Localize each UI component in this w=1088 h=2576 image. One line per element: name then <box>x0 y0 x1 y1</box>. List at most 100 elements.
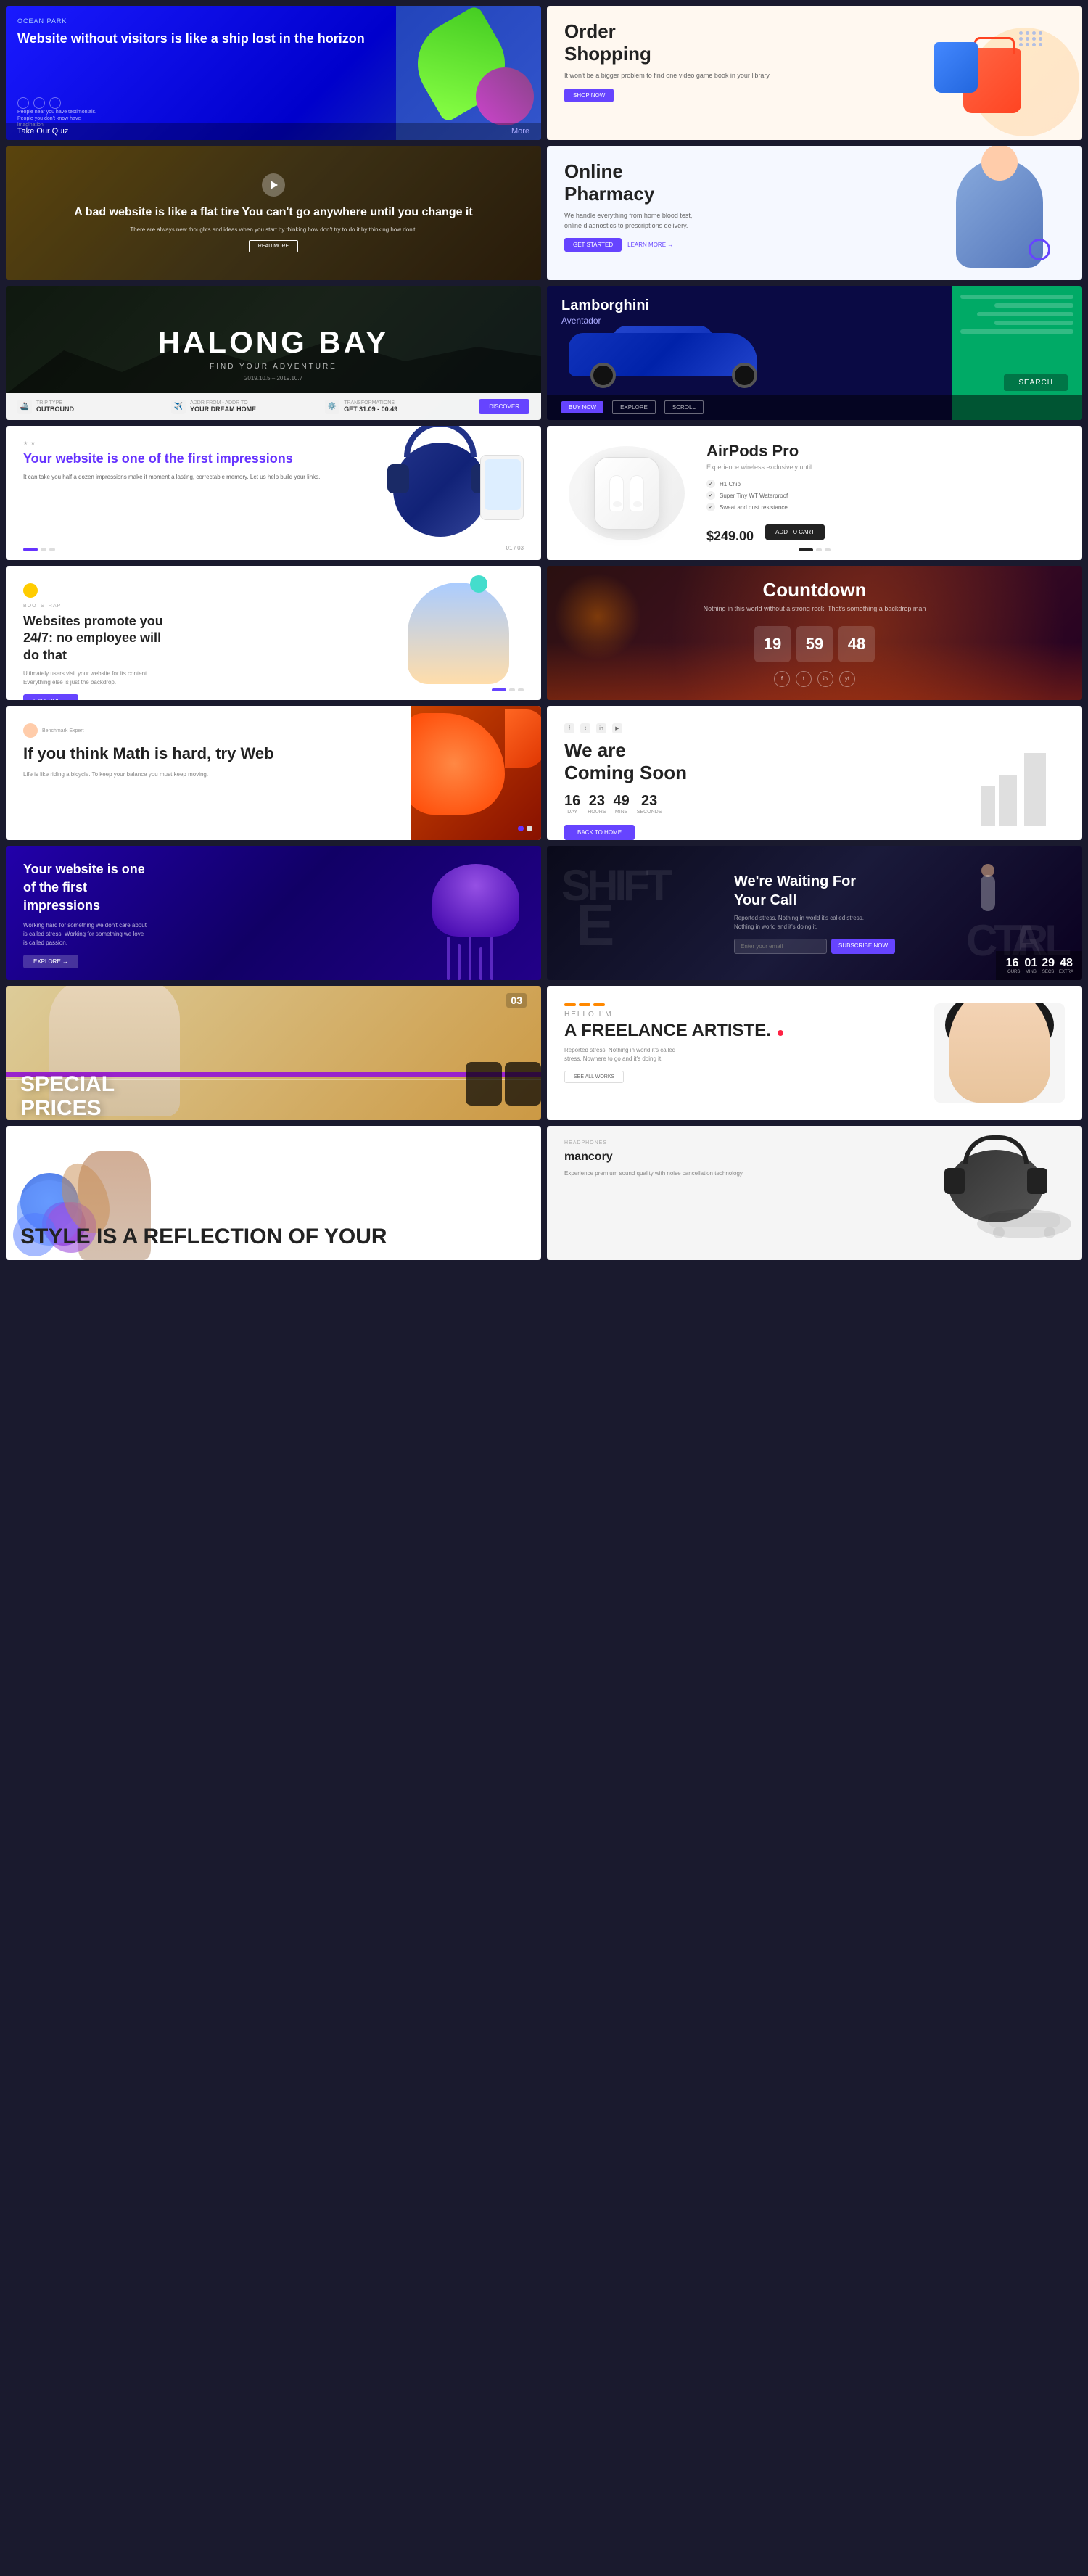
address-label: ADDR FROM - ADDR TO <box>190 400 256 406</box>
phone-card <box>480 455 524 520</box>
pharmacy-text: Online Pharmacy We handle everything fro… <box>564 160 934 266</box>
car-wheel-right <box>732 363 757 388</box>
discover-button[interactable]: DISCOVER <box>479 399 529 414</box>
feature-text-2: Super Tiny WT Waterproof <box>720 493 788 499</box>
booking-trip-type: 🚢 TRIP TYPE OUTBOUND <box>17 400 160 414</box>
person-body <box>981 875 995 911</box>
jellyfish-illustration <box>411 849 541 980</box>
teal-circle <box>470 575 487 593</box>
card-headline: Websites promote you 24/7: no employee w… <box>23 613 168 664</box>
card-coming-soon: f t in ▶ We are Coming Soon 16 Day 23 Ho… <box>547 706 1082 840</box>
social-yt[interactable]: yt <box>839 671 855 687</box>
subscribe-button[interactable]: SUBSCRIBE NOW <box>831 939 895 954</box>
social-icon-2[interactable] <box>33 97 45 109</box>
nav-dot-inactive-1[interactable] <box>41 548 46 551</box>
card-halong-bay: HALONG BAY FIND YOUR ADVENTURE 2019.10.5… <box>6 286 541 420</box>
nav-dot-3[interactable] <box>518 688 524 691</box>
airpods-features: ✓ H1 Chip ✓ Super Tiny WT Waterproof ✓ S… <box>706 480 1060 511</box>
card-headline: SPECIAL PRICES <box>20 1072 151 1120</box>
headphone-2-band <box>963 1135 1029 1164</box>
search-button[interactable]: SEARCH <box>1004 374 1068 391</box>
card-math-web: Benchmark Expert If you think Math is ha… <box>6 706 541 840</box>
card-description: We handle everything from home blood tes… <box>564 211 695 231</box>
tentacle-3 <box>469 937 471 980</box>
nav-dot-1[interactable] <box>492 688 506 691</box>
headphones-text: ★ ★ Your website is one of the first imp… <box>23 440 364 546</box>
card-headline: mancory <box>564 1150 927 1165</box>
car-wheel-left <box>590 363 616 388</box>
card-description: Ultimately users visit your website for … <box>23 670 161 687</box>
play-button[interactable] <box>262 173 285 197</box>
email-input[interactable] <box>734 939 827 954</box>
social-icon-3[interactable] <box>49 97 61 109</box>
card-ocean-park-right <box>396 6 541 140</box>
social-icon-tw[interactable]: t <box>580 723 590 733</box>
doctor-figure <box>956 159 1043 268</box>
page-dot-inactive[interactable] <box>527 826 532 831</box>
cs-seconds-number: 23 <box>637 793 662 810</box>
card-waiting-call: SHIFT CTRL E A We're Waiting For Your Ca… <box>547 846 1082 980</box>
explore-button[interactable]: EXPLORE → <box>23 955 78 968</box>
lambo-title: Lamborghini <box>561 297 1068 314</box>
avatar-row: Benchmark Expert <box>23 723 393 738</box>
explore-button[interactable]: EXPLORE → <box>23 694 78 700</box>
lambo-content: Lamborghini Aventador <box>547 286 1082 337</box>
social-icon-in[interactable]: in <box>596 723 606 733</box>
transforms-value: GET 31.09 - 00.49 <box>344 406 397 413</box>
social-in[interactable]: in <box>817 671 833 687</box>
social-icon-yt[interactable]: ▶ <box>612 723 622 733</box>
cs-hours: 23 Hours <box>588 793 606 815</box>
order-shopping-text: Order Shopping It won't be a bigger prob… <box>564 20 920 125</box>
check-icon-1: ✓ <box>706 480 715 488</box>
booking-address: ✈️ ADDR FROM - ADDR TO YOUR DREAM HOME <box>171 400 313 414</box>
back-to-home-button[interactable]: BACK TO HOME <box>564 825 635 840</box>
tentacle-1 <box>447 937 450 980</box>
pharmacy-buttons: GET STARTED LEARN MORE → <box>564 238 934 252</box>
card-ocean-park-left: Ocean Park Website without visitors is l… <box>6 6 396 140</box>
more-link[interactable]: More <box>511 127 529 136</box>
airpods-tagline: Experience wireless exclusively until <box>706 464 1060 471</box>
social-row: f t in ▶ <box>564 723 1065 733</box>
read-more-button[interactable]: READ MORE <box>249 240 298 252</box>
explore-button[interactable]: EXPLORE <box>612 400 656 414</box>
buy-now-button[interactable]: BUY NOW <box>561 401 603 413</box>
card-headline: We're Waiting For Your Call <box>734 872 879 910</box>
social-f[interactable]: f <box>774 671 790 687</box>
waiting-call-content: We're Waiting For Your Call Reported str… <box>720 857 910 968</box>
social-icon-f[interactable]: f <box>564 723 574 733</box>
lambo-subtitle: Aventador <box>561 316 1068 326</box>
freelance-text: HELLO I'M A FREELANCE ARTISTE. Reported … <box>564 1003 920 1103</box>
product-dots <box>799 548 831 551</box>
page-dot-active[interactable] <box>518 826 524 831</box>
get-started-button[interactable]: GET STARTED <box>564 238 622 252</box>
card-airpods: AirPods Pro Experience wireless exclusiv… <box>547 426 1082 560</box>
transforms-label: TRANSFORMATIONS <box>344 400 397 406</box>
strip-minutes-num: 01 <box>1024 957 1037 970</box>
shop-now-button[interactable]: SHOP NOW <box>564 89 614 102</box>
social-icon-1[interactable] <box>17 97 29 109</box>
address-value: YOUR DREAM HOME <box>190 406 256 413</box>
cs-hours-label: Hours <box>588 810 606 815</box>
card-style-reflection: STYLE IS A REFLECTION OF YOUR <box>6 1126 541 1260</box>
social-tw[interactable]: t <box>796 671 812 687</box>
take-quiz-label[interactable]: Take Our Quiz <box>17 127 68 136</box>
card-description: Life is like riding a bicycle. To keep y… <box>23 770 393 779</box>
learn-more-link[interactable]: LEARN MORE → <box>627 242 673 248</box>
card-freelance-artiste: HELLO I'M A FREELANCE ARTISTE. Reported … <box>547 986 1082 1120</box>
cs-minutes: 49 Mins <box>614 793 630 815</box>
nav-dot-inactive-2[interactable] <box>49 548 55 551</box>
see-all-button[interactable]: SEE ALL WORKS <box>564 1071 624 1083</box>
hours-box: 19 <box>754 626 791 662</box>
scroll-button[interactable]: SCROLL <box>664 400 704 414</box>
add-to-cart-button[interactable]: ADD TO CART <box>765 524 825 540</box>
nav-dot-2[interactable] <box>509 688 515 691</box>
seconds-box: 48 <box>838 626 875 662</box>
card-headline: Your website is one of the first impress… <box>23 860 154 915</box>
brand-label: Ocean Park <box>17 17 384 25</box>
headphones2-text: headphones mancory Experience premium so… <box>564 1140 934 1246</box>
nav-dot-active[interactable] <box>23 548 38 551</box>
strip-extra-lbl: EXTRA <box>1059 970 1073 974</box>
countdown-content: Countdown Nothing in this world without … <box>689 566 941 700</box>
check-icon-3: ✓ <box>706 503 715 511</box>
desert-content: A bad website is like a flat tire You ca… <box>59 159 487 268</box>
